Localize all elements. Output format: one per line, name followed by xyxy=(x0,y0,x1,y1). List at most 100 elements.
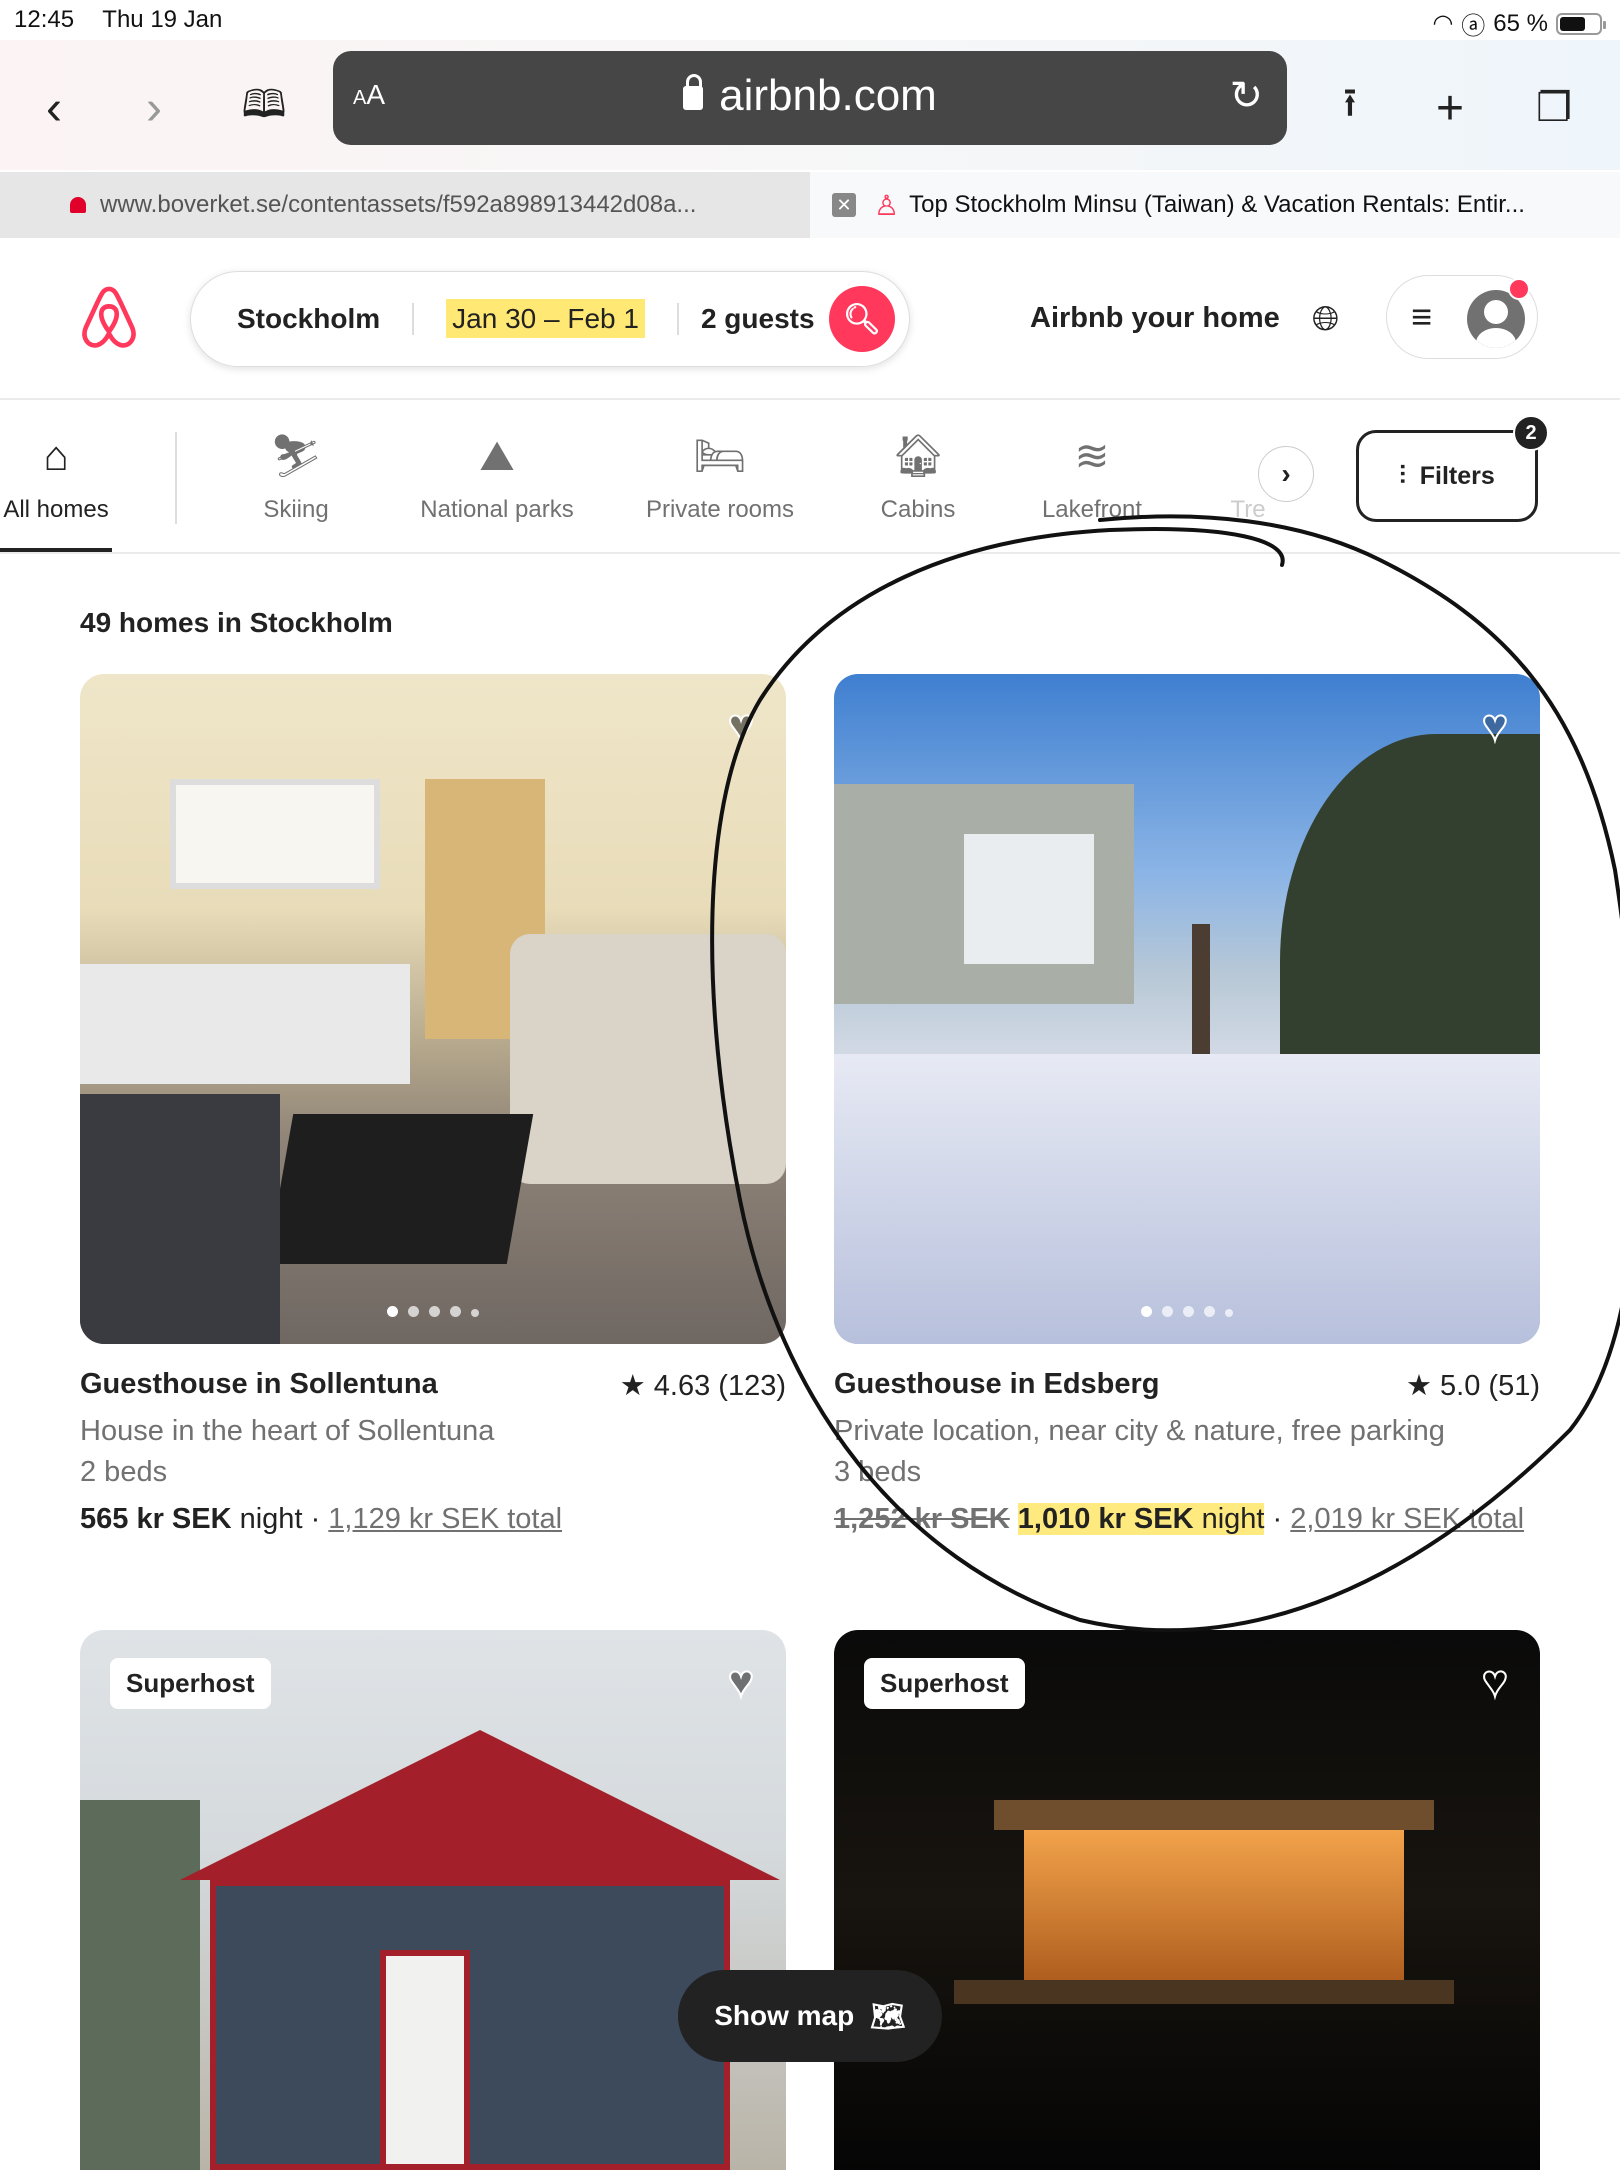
listing-subtitle: Private location, near city & nature, fr… xyxy=(834,1415,1445,1447)
filters-count-badge: 2 xyxy=(1513,415,1549,451)
category-lakefront[interactable]: ≋ Lakefront xyxy=(1034,428,1150,524)
category-label: Lakefront xyxy=(1041,496,1143,523)
tab-title: Top Stockholm Minsu (Taiwan) & Vacation … xyxy=(909,191,1525,218)
price-unit: night xyxy=(239,1503,303,1535)
new-tab-button[interactable]: + xyxy=(1420,78,1480,138)
airbnb-logo-icon[interactable] xyxy=(78,284,140,357)
listing-photo[interactable]: Superhost ♥ xyxy=(834,1630,1540,2170)
search-bar[interactable]: Stockholm Jan 30 – Feb 1 2 guests 🔍︎ xyxy=(190,271,910,367)
notification-dot xyxy=(1508,278,1530,300)
site-header: Stockholm Jan 30 – Feb 1 2 guests 🔍︎ Air… xyxy=(0,238,1620,400)
superhost-badge: Superhost xyxy=(864,1658,1025,1709)
category-label: Tre xyxy=(1230,496,1266,523)
listing-photo[interactable]: ♥ xyxy=(80,674,786,1344)
listing-beds: 3 beds xyxy=(834,1456,922,1488)
close-tab-icon[interactable]: ✕ xyxy=(832,193,856,217)
original-price: 1,252 kr SEK xyxy=(834,1503,1010,1535)
photo-dots xyxy=(80,1304,786,1322)
bookmarks-button[interactable]: 🕮 xyxy=(234,78,294,138)
menu-icon: ≡ xyxy=(1411,296,1433,337)
listing-card[interactable]: ♥ Guesthouse in Edsberg ★ 5.0 (51) Priva… xyxy=(834,674,1540,1536)
listing-title: Guesthouse in Edsberg xyxy=(834,1368,1160,1400)
category-next-button[interactable]: › xyxy=(1258,446,1314,502)
category-label: Cabins xyxy=(880,496,956,523)
category-private-rooms[interactable]: 🛏︎ Private rooms xyxy=(636,428,804,524)
heart-icon[interactable]: ♥ xyxy=(1481,1659,1509,1705)
favicon-boverket-icon xyxy=(70,197,86,213)
show-map-button[interactable]: Show map 🗺︎ xyxy=(678,1970,942,2062)
battery-percent: 65 % xyxy=(1493,9,1548,37)
tabs-icon: ❐ xyxy=(1536,86,1572,130)
chevron-right-icon: › xyxy=(1281,458,1291,489)
category-divider xyxy=(175,432,177,524)
listing-rating: 5.0 (51) xyxy=(1440,1370,1540,1402)
cabin-icon: 🏠︎ xyxy=(891,432,945,479)
forward-button[interactable]: › xyxy=(124,78,184,138)
listing-rating: 4.63 (123) xyxy=(653,1370,786,1402)
browser-toolbar: ‹ › 🕮 AA airbnb.com ↻ ⭱ + ❐ xyxy=(0,40,1620,170)
category-label: Private rooms xyxy=(645,496,795,523)
search-icon: 🔍︎ xyxy=(842,302,882,336)
cabin-roof xyxy=(994,1800,1434,1830)
listing-price: 565 kr SEK xyxy=(80,1503,232,1535)
glass-door xyxy=(964,834,1094,964)
category-label: Skiing xyxy=(263,496,329,523)
listing-photo[interactable]: Superhost ♥ xyxy=(80,1630,786,2170)
lakefront-icon: ≋ xyxy=(1074,432,1110,479)
category-label: National parks xyxy=(420,496,574,523)
category-national-parks[interactable]: ⛰ National parks xyxy=(412,428,582,524)
skiing-icon: ⛷ xyxy=(269,432,323,479)
address-bar[interactable]: AA airbnb.com ↻ xyxy=(333,51,1287,145)
star-icon: ★ xyxy=(619,1370,646,1402)
price-separator: · xyxy=(310,1503,321,1535)
reload-icon[interactable]: ↻ xyxy=(1229,73,1263,119)
listing-title: Guesthouse in Sollentuna xyxy=(80,1368,438,1400)
share-button[interactable]: ⭱ xyxy=(1320,78,1380,138)
tab-title: www.boverket.se/contentassets/f592a89891… xyxy=(100,191,697,218)
airbnb-your-home-link[interactable]: Airbnb your home xyxy=(1030,302,1280,335)
active-underline xyxy=(0,548,112,552)
search-button[interactable]: 🔍︎ xyxy=(829,286,895,352)
search-location[interactable]: Stockholm xyxy=(191,303,415,335)
listing-card[interactable]: Superhost ♥ xyxy=(80,1630,786,2170)
category-all-homes[interactable]: ⌂ All homes xyxy=(0,428,112,552)
book-icon: 🕮 xyxy=(241,83,287,126)
tab-boverket[interactable]: www.boverket.se/contentassets/f592a89891… xyxy=(0,172,810,238)
heart-icon[interactable]: ♥ xyxy=(1481,703,1509,749)
category-cabins[interactable]: 🏠︎ Cabins xyxy=(866,428,970,524)
filters-label: Filters xyxy=(1419,461,1495,490)
house-icon: ⌂ xyxy=(43,432,69,479)
search-guests[interactable]: 2 guests xyxy=(679,303,843,335)
category-label: All homes xyxy=(3,496,109,523)
listing-total-link[interactable]: 1,129 kr SEK total xyxy=(328,1503,562,1535)
status-date: Thu 19 Jan xyxy=(102,6,223,33)
sliders-icon: ⫶ xyxy=(1399,460,1406,490)
roof xyxy=(180,1730,780,1880)
map-icon: 🗺︎ xyxy=(870,2000,906,2032)
tab-airbnb[interactable]: ✕ ♙ Top Stockholm Minsu (Taiwan) & Vacat… xyxy=(810,172,1620,238)
battery-icon xyxy=(1556,12,1606,35)
filters-button[interactable]: ⫶ Filters 2 xyxy=(1356,415,1549,522)
house-wall xyxy=(210,1880,730,2170)
tab-strip: www.boverket.se/contentassets/f592a89891… xyxy=(0,172,1620,238)
back-button[interactable]: ‹ xyxy=(24,78,84,138)
category-skiing[interactable]: ⛷ Skiing xyxy=(246,428,346,524)
listing-card[interactable]: ♥ Guesthouse in Sollentuna ★ 4.63 (123) … xyxy=(80,674,786,1536)
status-time: 12:45 xyxy=(14,6,75,33)
listing-subtitle: House in the heart of Sollentuna xyxy=(80,1415,495,1447)
tabs-overview-button[interactable]: ❐ xyxy=(1524,78,1584,138)
language-globe-icon[interactable]: 🌐︎ xyxy=(1312,300,1339,339)
show-map-label: Show map xyxy=(714,2000,855,2031)
sofa xyxy=(510,934,786,1184)
listing-total-link[interactable]: 2,019 kr SEK total xyxy=(1290,1503,1524,1535)
heart-icon[interactable]: ♥ xyxy=(727,1659,755,1705)
price-separator: · xyxy=(1272,1503,1283,1535)
lit-cabin xyxy=(1024,1830,1404,1980)
listing-card[interactable]: Superhost ♥ xyxy=(834,1630,1540,2170)
search-dates[interactable]: Jan 30 – Feb 1 xyxy=(414,299,679,338)
listing-beds: 2 beds xyxy=(80,1456,168,1488)
listing-photo[interactable]: ♥ xyxy=(834,674,1540,1344)
heart-icon[interactable]: ♥ xyxy=(727,703,755,749)
coffee-table xyxy=(266,1114,534,1264)
bed xyxy=(80,964,410,1084)
